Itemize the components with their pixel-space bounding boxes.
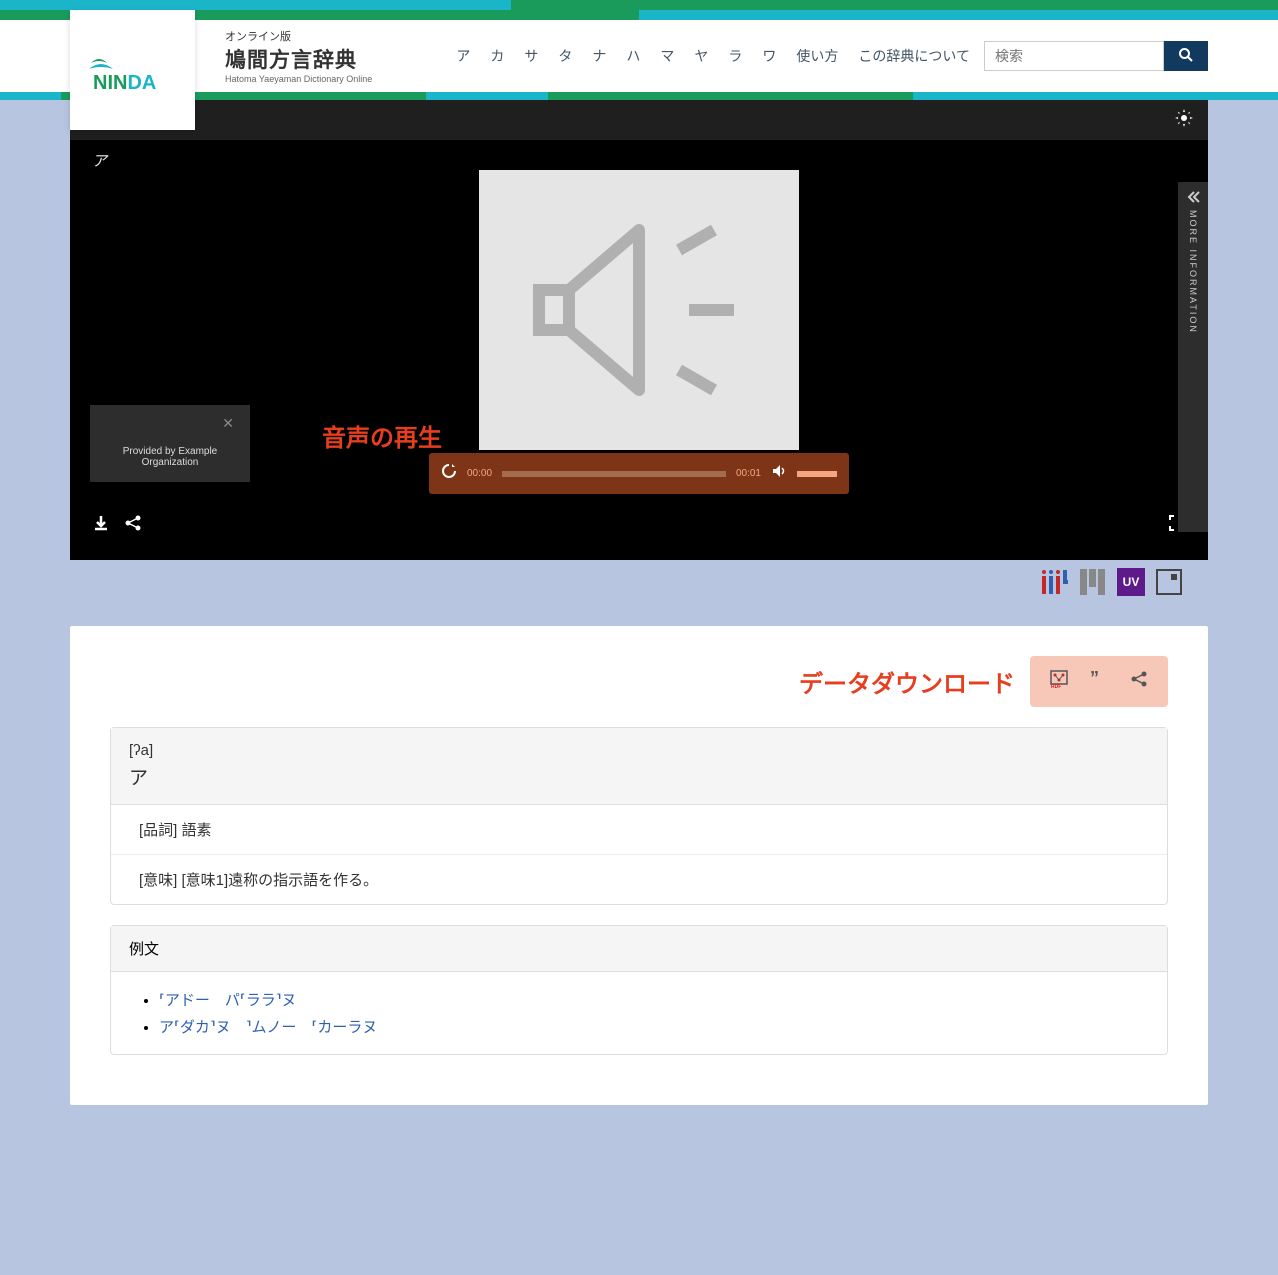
nav-item-ha[interactable]: ハ xyxy=(620,42,646,70)
search-button[interactable] xyxy=(1164,41,1208,71)
nav-item-ra[interactable]: ラ xyxy=(722,42,748,70)
nav-item-na[interactable]: ナ xyxy=(586,42,612,70)
entry-pos: [品詞] 語素 xyxy=(111,805,1167,855)
format-icon-row: UV xyxy=(0,560,1278,626)
download-label: データダウンロード xyxy=(799,664,1015,699)
examples-card: 例文 ⸢アドー パ⸢ララ⸣ヌ ア⸢ダカ⸣ヌ ⸣ムノー ⸢カーラヌ xyxy=(110,925,1168,1055)
quote-icon: ” xyxy=(1090,670,1108,688)
entry-kana: ア xyxy=(129,763,1149,790)
nav-item-ta[interactable]: タ xyxy=(552,42,578,70)
nav-item-sa[interactable]: サ xyxy=(518,42,544,70)
entry-ipa: [ʔa] xyxy=(129,742,1149,759)
share-icon xyxy=(1130,670,1148,688)
entry-meaning: [意味] [意味1]遠称の指示語を作る。 xyxy=(111,855,1167,904)
example-item: ア⸢ダカ⸣ヌ ⸣ムノー ⸢カーラヌ xyxy=(159,1013,1139,1040)
download-row: データダウンロード RDF ” xyxy=(110,656,1168,707)
rdf-icon: RDF xyxy=(1050,670,1068,688)
iiif-icon xyxy=(1042,570,1068,594)
mirador-button[interactable] xyxy=(1079,568,1107,596)
example-link-1[interactable]: ⸢アドー パ⸢ララ⸣ヌ xyxy=(159,992,297,1009)
main-nav: ア カ サ タ ナ ハ マ ヤ ラ ワ 使い方 この辞典について xyxy=(450,41,1208,71)
columns-icon xyxy=(1080,569,1106,595)
media-viewer: ア MORE INFORMATION 音声の再生 xyxy=(70,100,1208,560)
audio-annotation-label: 音声の再生 xyxy=(322,418,442,453)
square-dot-icon xyxy=(1156,569,1182,595)
more-info-label: MORE INFORMATION xyxy=(1188,210,1198,334)
entry-definition-card: [ʔa] ア [品詞] 語素 [意味] [意味1]遠称の指示語を作る。 xyxy=(110,727,1168,905)
audio-current-time: 00:00 xyxy=(467,468,492,479)
download-buttons: RDF ” xyxy=(1030,656,1168,707)
svg-text:”: ” xyxy=(1090,670,1099,688)
audio-progress-bar[interactable] xyxy=(502,471,726,477)
viewer-toolbar xyxy=(70,100,1208,140)
chevron-left-icon xyxy=(1186,190,1200,204)
nav-item-ma[interactable]: マ xyxy=(654,42,680,70)
nav-item-wa[interactable]: ワ xyxy=(756,42,782,70)
title-main: 鳩間方言辞典 xyxy=(225,44,372,74)
nav-item-ka[interactable]: カ xyxy=(484,42,510,70)
cite-button[interactable]: ” xyxy=(1090,670,1108,693)
download-button[interactable] xyxy=(92,514,110,537)
settings-button[interactable] xyxy=(1175,109,1193,132)
attribution-box: ✕ Provided by Example Organization xyxy=(90,405,250,482)
uv-button[interactable]: UV xyxy=(1117,568,1145,596)
nav-item-a[interactable]: ア xyxy=(450,42,476,70)
audio-player: 00:00 00:01 xyxy=(429,453,849,494)
more-info-panel[interactable]: MORE INFORMATION xyxy=(1178,182,1208,532)
attribution-close-button[interactable]: ✕ xyxy=(106,415,234,432)
nav-item-ya[interactable]: ヤ xyxy=(688,42,714,70)
volume-bar[interactable] xyxy=(797,471,837,477)
top-accent-bar xyxy=(0,0,1278,10)
search-icon xyxy=(1178,47,1194,63)
audio-total-time: 00:01 xyxy=(736,468,761,479)
logo[interactable]: NINDA xyxy=(70,10,195,130)
tify-button[interactable] xyxy=(1155,568,1183,596)
site-header: NINDA オンライン版 鳩間方言辞典 Hatoma Yaeyaman Dict… xyxy=(0,20,1278,92)
example-link-2[interactable]: ア⸢ダカ⸣ヌ ⸣ムノー ⸢カーラヌ xyxy=(159,1019,377,1036)
rdf-download-button[interactable]: RDF xyxy=(1050,670,1068,693)
download-icon xyxy=(92,514,110,532)
entry-content-card: データダウンロード RDF ” xyxy=(70,626,1208,1105)
share-data-button[interactable] xyxy=(1130,670,1148,693)
play-button[interactable] xyxy=(441,463,457,484)
viewer-body: ア MORE INFORMATION 音声の再生 xyxy=(70,140,1208,504)
site-title-block: オンライン版 鳩間方言辞典 Hatoma Yaeyaman Dictionary… xyxy=(225,28,372,84)
examples-header: 例文 xyxy=(111,926,1167,972)
attribution-text: Provided by Example Organization xyxy=(106,446,234,468)
entry-header: [ʔa] ア xyxy=(111,728,1167,805)
reload-icon xyxy=(441,463,457,479)
nav-item-usage[interactable]: 使い方 xyxy=(790,42,844,70)
title-english: Hatoma Yaeyaman Dictionary Online xyxy=(225,74,372,84)
search-input[interactable] xyxy=(984,41,1164,71)
title-subtitle: オンライン版 xyxy=(225,28,372,44)
share-button[interactable] xyxy=(124,514,142,537)
speaker-icon xyxy=(509,200,769,420)
share-icon xyxy=(124,514,142,532)
ninda-logo-icon: NINDA xyxy=(83,45,183,95)
viewer-bottom-bar xyxy=(70,504,1208,545)
viewer-entry-label: ア xyxy=(92,150,107,171)
svg-text:NINDA: NINDA xyxy=(93,72,156,94)
audio-thumbnail[interactable] xyxy=(479,170,799,450)
nav-item-about[interactable]: この辞典について xyxy=(852,42,976,70)
svg-text:RDF: RDF xyxy=(1051,684,1061,688)
iiif-button[interactable] xyxy=(1041,568,1069,596)
search-box xyxy=(984,41,1208,71)
examples-body: ⸢アドー パ⸢ララ⸣ヌ ア⸢ダカ⸣ヌ ⸣ムノー ⸢カーラヌ xyxy=(111,972,1167,1054)
gear-icon xyxy=(1175,109,1193,127)
example-item: ⸢アドー パ⸢ララ⸣ヌ xyxy=(159,986,1139,1013)
volume-icon xyxy=(771,463,787,479)
volume-button[interactable] xyxy=(771,463,787,484)
